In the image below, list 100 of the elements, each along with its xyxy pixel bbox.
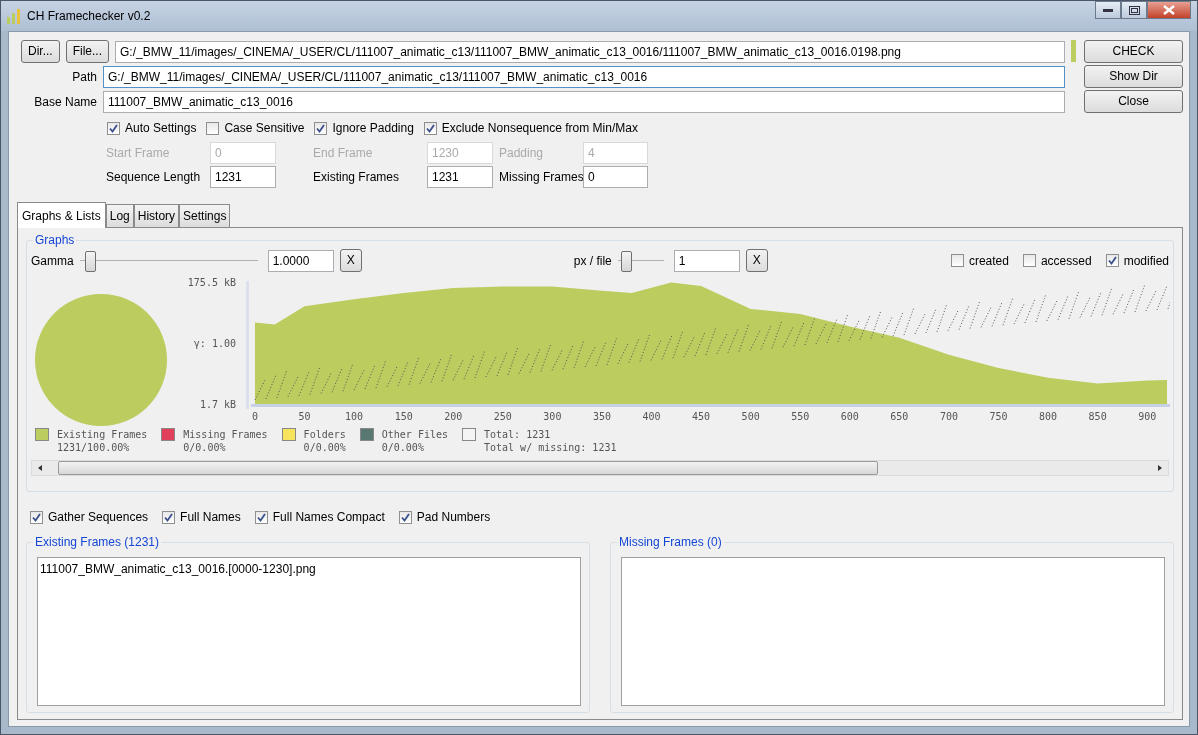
check-mark-icon xyxy=(425,123,435,133)
number-field[interactable]: 1.0000 xyxy=(267,249,334,272)
modified-time-mark xyxy=(1002,296,1014,326)
axis-label: 400 xyxy=(642,411,661,422)
file-path-field[interactable]: G:/_BMW_11/images/_CINEMA/_USER/CL/111007_animatic_c13/111007_BMW_animatic_c13_0016/111007_BMW_animatic_c13_0016.0198.png xyxy=(115,40,1065,63)
checkbox[interactable]: modified xyxy=(1105,251,1169,270)
modified-time-mark xyxy=(496,351,508,377)
reset-button[interactable]: X xyxy=(745,249,768,272)
checkbox[interactable]: Auto Settings xyxy=(107,119,197,137)
checkbox[interactable]: created xyxy=(950,251,1009,270)
legend-label: Existing Frames xyxy=(57,428,148,441)
modified-time-mark xyxy=(595,341,607,367)
modified-time-mark xyxy=(892,311,904,337)
check-mark-icon xyxy=(164,512,174,522)
field-label: Sequence Length xyxy=(106,169,202,186)
close-button[interactable]: Close xyxy=(1084,90,1183,113)
checkbox[interactable]: Full Names xyxy=(162,508,241,526)
checkbox[interactable]: accessed xyxy=(1022,251,1092,270)
modified-time-mark xyxy=(914,313,926,335)
modified-time-mark xyxy=(562,344,574,370)
axis-label: 200 xyxy=(444,411,463,422)
number-field[interactable]: 0 xyxy=(583,166,648,188)
legend-label: Missing Frames xyxy=(183,428,268,441)
check-button[interactable]: CHECK xyxy=(1084,40,1183,63)
axis-label: 850 xyxy=(1088,411,1107,422)
modified-time-mark xyxy=(903,306,915,336)
axis-label: 1.7 kB xyxy=(199,399,236,410)
group-title: Graphs xyxy=(33,233,77,247)
modified-time-mark xyxy=(804,316,816,346)
axis-label: 350 xyxy=(592,411,611,422)
modified-time-mark xyxy=(925,308,937,334)
field-label: Path xyxy=(71,69,97,86)
modified-time-mark xyxy=(958,305,970,331)
checkbox[interactable]: Case Sensitive xyxy=(206,119,305,137)
modified-time-mark xyxy=(1079,297,1091,318)
legend-label: Other Files xyxy=(381,428,448,441)
modified-time-mark xyxy=(650,339,662,361)
gamma-label: γ: 1.00 xyxy=(193,338,236,349)
check-mark-icon xyxy=(256,512,266,522)
close-button[interactable] xyxy=(1147,1,1191,19)
modified-time-mark xyxy=(738,323,750,353)
file-button[interactable]: File... xyxy=(65,40,109,63)
minimize-button[interactable] xyxy=(1095,1,1121,19)
field-label: Padding xyxy=(499,145,545,162)
modified-time-mark xyxy=(727,328,739,354)
modified-time-mark xyxy=(1090,291,1102,317)
modified-time-mark xyxy=(705,326,717,356)
modified-time-mark xyxy=(694,331,706,357)
modified-time-mark xyxy=(661,334,673,360)
field-label: End Frame xyxy=(313,145,374,162)
tab[interactable]: Settings xyxy=(179,204,231,227)
modified-time-mark xyxy=(1024,298,1036,324)
checkbox[interactable]: Full Names Compact xyxy=(254,508,385,526)
axis-label: 550 xyxy=(791,411,810,422)
number-field[interactable]: 1231 xyxy=(210,166,276,188)
modified-time-mark xyxy=(298,371,310,397)
tab[interactable]: Graphs & Lists xyxy=(17,202,106,228)
modified-time-mark xyxy=(639,333,651,362)
check-mark-icon xyxy=(1107,256,1117,265)
modified-time-mark xyxy=(364,364,376,390)
directory-button[interactable]: Dir... xyxy=(21,40,60,63)
horizontal-scrollbar[interactable] xyxy=(31,460,1169,476)
modified-time-mark xyxy=(826,318,838,344)
modified-time-mark xyxy=(430,357,442,383)
tab[interactable]: History xyxy=(133,204,180,227)
number-field[interactable]: 1231 xyxy=(427,166,493,188)
window-title: CH Framechecker v0.2 xyxy=(27,8,151,25)
path-field[interactable]: G:/_BMW_11/images/_CINEMA/_USER/CL/111007_animatic_c13/111007_BMW_animatic_c13_0016 xyxy=(103,66,1065,88)
check-mark-icon xyxy=(316,123,326,133)
legend-label: Total: 1231 xyxy=(484,428,552,441)
axis-label: 175.5 kB xyxy=(187,277,236,288)
slider-thumb[interactable] xyxy=(621,250,633,272)
legend-label: Folders xyxy=(303,428,346,441)
axis-label: 750 xyxy=(989,411,1008,422)
field-label: Start Frame xyxy=(106,145,171,162)
modified-time-mark xyxy=(969,300,981,329)
checkbox[interactable]: Gather Sequences xyxy=(30,508,149,526)
slider-thumb[interactable] xyxy=(84,250,96,272)
checkbox[interactable]: Ignore Padding xyxy=(314,119,414,137)
reset-button[interactable]: X xyxy=(339,249,362,272)
modified-time-mark xyxy=(1013,303,1025,325)
number-field[interactable]: 1 xyxy=(673,249,740,272)
modified-time-mark xyxy=(463,354,475,380)
base-name-field[interactable]: 111007_BMW_animatic_c13_0016 xyxy=(103,91,1065,113)
modified-time-mark xyxy=(617,343,629,365)
modified-time-mark xyxy=(1134,283,1146,313)
modified-time-mark xyxy=(1123,288,1135,314)
checkbox[interactable]: Exclude Nonsequence from Min/Max xyxy=(423,119,638,137)
show-directory-button[interactable]: Show Dir xyxy=(1084,65,1183,88)
tab[interactable]: Log xyxy=(105,204,134,227)
modified-time-mark xyxy=(848,320,860,342)
modified-time-mark xyxy=(485,356,497,378)
list-item[interactable]: 111007_BMW_animatic_c13_0016.[0000-1230].png xyxy=(40,560,578,578)
maximize-button[interactable] xyxy=(1121,1,1147,19)
checkbox[interactable]: Pad Numbers xyxy=(398,508,491,526)
modified-time-mark xyxy=(353,369,365,391)
axis-label: 100 xyxy=(345,411,364,422)
modified-time-mark xyxy=(881,316,893,338)
legend-value: 0/0.00% xyxy=(381,441,425,454)
modified-time-mark xyxy=(980,306,992,328)
